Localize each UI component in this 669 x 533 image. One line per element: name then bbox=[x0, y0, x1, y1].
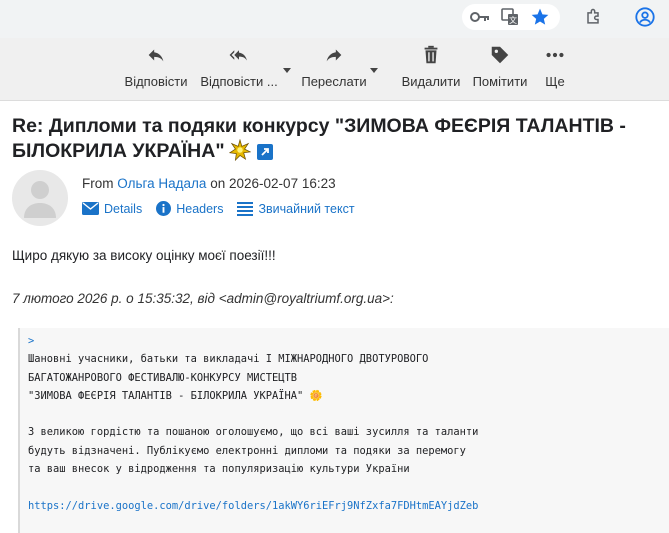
quote-line: та ваш внесок у відродження та популяриз… bbox=[28, 463, 410, 476]
on-word: on bbox=[210, 176, 226, 191]
star-bookmark-icon[interactable] bbox=[526, 3, 554, 31]
headers-label: Headers bbox=[176, 201, 224, 216]
reply-all-label: Відповісти ... bbox=[200, 74, 278, 89]
envelope-icon bbox=[82, 202, 99, 215]
details-label: Details bbox=[104, 201, 143, 216]
reply-button[interactable]: Відповісти bbox=[122, 44, 190, 96]
lines-icon bbox=[237, 201, 254, 216]
mark-button[interactable]: Помітити bbox=[470, 44, 530, 96]
reply-all-button[interactable]: Відповісти ... bbox=[200, 44, 278, 96]
browser-chrome: 文 bbox=[0, 0, 669, 38]
quote-line: Шановні учасники, батьки та викладачі І … bbox=[28, 353, 429, 366]
delete-button[interactable]: Видалити bbox=[400, 44, 462, 96]
profile-icon[interactable] bbox=[631, 3, 659, 31]
delete-label: Видалити bbox=[401, 74, 461, 89]
tag-icon bbox=[491, 46, 509, 64]
quote-line: БАГАТОЖАНРОВОГО ФЕСТИВАЛЮ-КОНКУРСУ МИСТЕ… bbox=[28, 371, 297, 384]
message-subject: Re: Дипломи та подяки конкурсу "ЗИМОВА Ф… bbox=[12, 114, 652, 168]
avatar bbox=[12, 170, 68, 226]
drive-link[interactable]: https://drive.google.com/drive/folders/1… bbox=[28, 500, 478, 512]
quote-line: будуть відзначені. Публікуємо електронні… bbox=[28, 444, 466, 457]
forward-icon bbox=[326, 49, 342, 62]
message-toolbar: Відповісти Відповісти ... Переслати Вида… bbox=[0, 38, 669, 101]
reply-icon bbox=[148, 49, 164, 62]
quote-line: "ЗИМОВА ФЕЄРІЯ ТАЛАНТІВ - БІЛОКРИЛА УКРА… bbox=[28, 389, 323, 402]
info-icon bbox=[156, 201, 172, 216]
from-line: From Ольга Надала on 2026-02-07 16:23 bbox=[82, 176, 336, 191]
plain-text-link[interactable]: Звичайний текст bbox=[237, 201, 355, 216]
subject-text: Re: Дипломи та подяки конкурсу "ЗИМОВА Ф… bbox=[12, 115, 626, 162]
svg-text:文: 文 bbox=[509, 15, 517, 25]
extensions-icon[interactable] bbox=[579, 3, 607, 31]
forward-label: Переслати bbox=[301, 74, 367, 89]
quote-marker: > bbox=[28, 335, 35, 347]
message-date: 2026-02-07 16:23 bbox=[229, 176, 336, 191]
forward-chevron-down-icon[interactable] bbox=[370, 68, 378, 73]
quote-line: З великою гордістю та пошаною оголошуємо… bbox=[28, 426, 479, 439]
meta-links: Details Headers Звичайний текст bbox=[82, 201, 369, 216]
mark-label: Помітити bbox=[472, 74, 528, 89]
quote-header: 7 лютого 2026 р. о 15:35:32, від <admin@… bbox=[12, 291, 394, 306]
more-label: Ще bbox=[545, 74, 565, 89]
reply-all-icon bbox=[229, 50, 247, 61]
more-button[interactable]: Ще bbox=[540, 44, 570, 96]
details-link[interactable]: Details bbox=[82, 202, 142, 216]
sender-link[interactable]: Ольга Надала bbox=[117, 176, 206, 191]
open-external-icon[interactable] bbox=[256, 142, 273, 167]
more-dots-icon bbox=[546, 52, 564, 58]
quoted-message: > Шановні учасники, батьки та викладачі … bbox=[18, 328, 669, 533]
message-body: Щиро дякую за високу оцінку моєї поезії!… bbox=[12, 248, 276, 263]
sparkle-emoji-icon bbox=[228, 138, 251, 168]
reply-label: Відповісти bbox=[124, 74, 188, 89]
reply-all-chevron-down-icon[interactable] bbox=[283, 68, 291, 73]
forward-button[interactable]: Переслати bbox=[298, 44, 370, 96]
translate-icon[interactable]: 文 bbox=[496, 3, 524, 31]
from-prefix: From bbox=[82, 176, 114, 191]
headers-link[interactable]: Headers bbox=[156, 201, 223, 216]
plain-text-label: Звичайний текст bbox=[258, 201, 355, 216]
key-icon[interactable] bbox=[466, 3, 494, 31]
user-placeholder-icon bbox=[24, 181, 56, 218]
trash-icon bbox=[424, 45, 438, 64]
